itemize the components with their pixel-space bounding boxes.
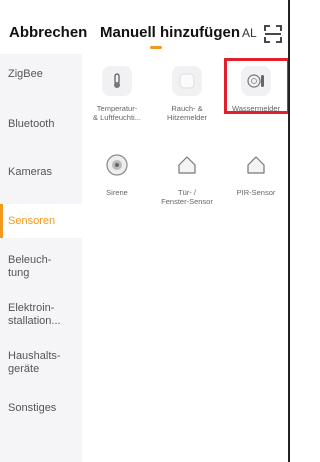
device-name: Temperatur- & Luftfeuchti... [93,104,141,122]
device-tile-temperature[interactable]: Temperatur- & Luftfeuchti... [82,66,152,122]
device-tile-pir[interactable]: PIR-Sensor [221,150,291,197]
door-window-sensor-icon [172,150,202,180]
sidebar-item-lighting[interactable]: Beleuch- tung [0,250,82,286]
sidebar-item-other[interactable]: Sonstiges [0,396,82,424]
device-tile-smoke[interactable]: Rauch- & Hitzemelder [152,66,222,122]
sidebar-item-appliances[interactable]: Haushalts- geräte [0,346,82,382]
device-name: PIR-Sensor [236,188,276,197]
device-name: Rauch- & Hitzemelder [166,104,207,122]
header: Abbrechen Manuell hinzufügen AL [0,0,290,54]
device-name: Tür- / Fenster-Sensor [161,188,213,206]
device-tile-door-window[interactable]: Tür- / Fenster-Sensor [152,150,222,206]
sidebar-item-label: Elektroin- stallation... [8,302,61,327]
sidebar-item-label: Sensoren [8,215,56,227]
sidebar-item-label: Sonstiges [8,402,57,414]
sidebar-item-label: Beleuch- tung [8,254,52,279]
device-grid: Temperatur- & Luftfeuchti... Rauch- & Hi… [82,54,290,462]
device-name: Sirene [106,188,128,197]
siren-icon [102,150,132,180]
sidebar-item-zigbee[interactable]: ZigBee [0,62,82,90]
tab-manual-add[interactable]: Manuell hinzufügen [100,24,240,41]
category-sidebar: ZigBee Bluetooth Kameras Sensoren Beleuc… [0,54,82,462]
sidebar-item-label: Haushalts- geräte [8,350,61,375]
sidebar-item-electrical[interactable]: Elektroin- stallation... [0,298,82,334]
sidebar-item-label: Bluetooth [8,118,55,130]
active-indicator [0,204,3,238]
thermometer-icon [102,66,132,96]
pir-sensor-icon [241,150,271,180]
ai-label: AL [242,26,257,40]
selection-highlight [224,58,290,114]
scan-icon[interactable] [262,23,284,45]
ai-button[interactable]: AL [242,26,260,42]
cancel-button[interactable]: Abbrechen [9,24,87,41]
smoke-detector-icon [172,66,202,96]
tab-active-indicator [150,46,162,49]
sidebar-item-label: Kameras [8,166,53,178]
sidebar-item-bluetooth[interactable]: Bluetooth [0,110,82,138]
right-border [288,0,290,462]
sidebar-item-cameras[interactable]: Kameras [0,158,82,186]
sidebar-item-label: ZigBee [8,68,43,80]
sidebar-item-sensors[interactable]: Sensoren [0,204,82,238]
device-tile-siren[interactable]: Sirene [82,150,152,197]
